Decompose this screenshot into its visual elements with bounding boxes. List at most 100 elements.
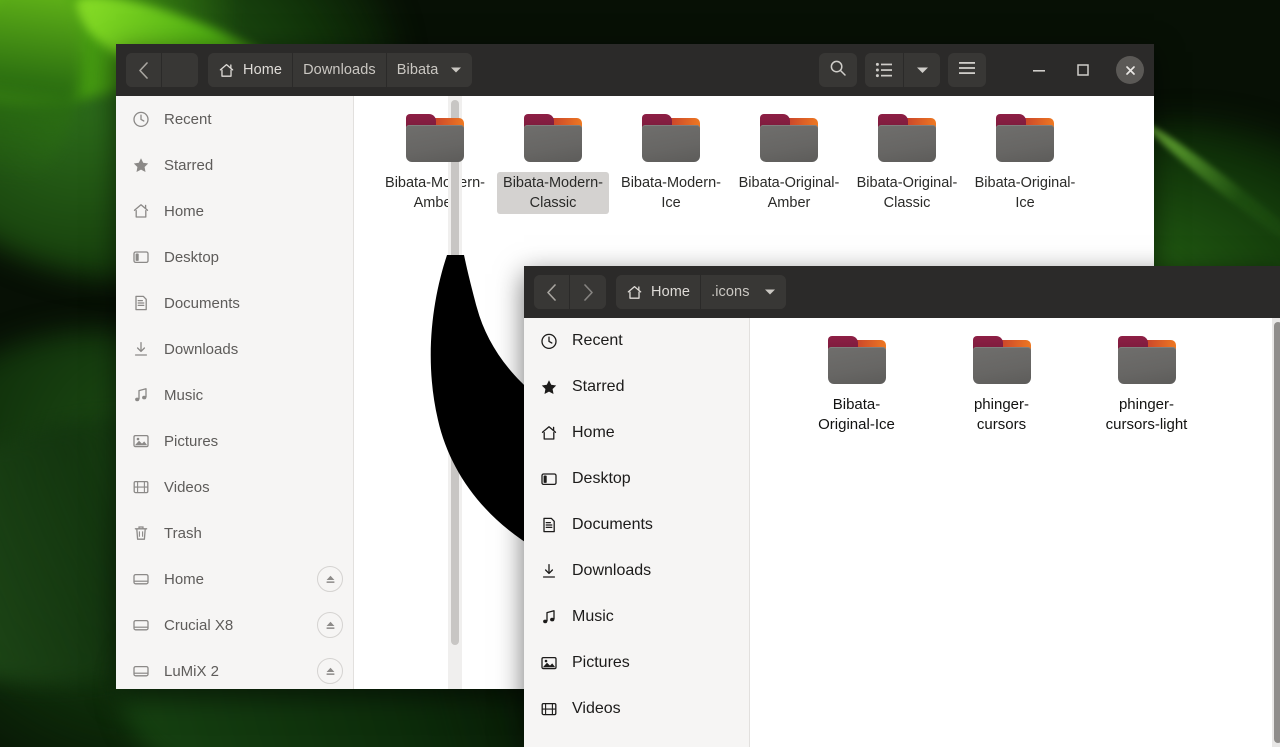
sidebar-item-label: Music <box>164 386 204 404</box>
file-item[interactable]: Bibata-Original-Ice <box>784 332 929 442</box>
file-item[interactable]: phinger-cursors <box>929 332 1074 442</box>
file-item[interactable]: Bibata-Modern-Ice <box>612 110 730 220</box>
window2-titlebar[interactable]: Home .icons <box>524 266 1280 318</box>
file-item[interactable]: Bibata-Original-Amber <box>730 110 848 220</box>
file-item[interactable]: Bibata-Original-Classic <box>848 110 966 220</box>
file-manager-window-icons[interactable]: Home .icons Recent Starred Home Desktop Docu… <box>524 266 1280 747</box>
minimize-button[interactable] <box>1020 51 1058 89</box>
sidebar-scrollbar-thumb[interactable] <box>451 100 459 645</box>
home-icon <box>218 62 235 79</box>
sidebar-item-crucial-x8[interactable]: Crucial X8 <box>116 602 353 648</box>
trash-icon <box>130 522 152 544</box>
file-item[interactable]: Bibata-Modern-Amber <box>376 110 494 220</box>
window2-sidebar[interactable]: Recent Starred Home Desktop Documents Downloa… <box>524 318 750 747</box>
sidebar-item-videos[interactable]: Videos <box>524 686 749 732</box>
back-button[interactable] <box>126 53 162 87</box>
navigation-buttons[interactable] <box>126 53 198 87</box>
main-menu-button[interactable] <box>948 53 986 87</box>
maximize-button[interactable] <box>1064 51 1102 89</box>
breadcrumb-item-downloads[interactable]: Downloads <box>293 53 387 87</box>
breadcrumb-item-bibata[interactable]: Bibata <box>386 53 473 87</box>
sidebar-item-recent[interactable]: Recent <box>116 96 353 142</box>
home-icon <box>130 200 152 222</box>
forward-button[interactable] <box>162 53 198 87</box>
sidebar-item-label: Pictures <box>572 654 630 671</box>
breadcrumb-label: .icons <box>711 284 750 300</box>
sidebar-item-music[interactable]: Music <box>116 372 353 418</box>
sidebar-item-desktop[interactable]: Desktop <box>116 234 353 280</box>
file-name-label: Bibata-Modern-Amber <box>385 175 485 211</box>
music-icon <box>130 384 152 406</box>
file-item[interactable]: Bibata-Original-Ice <box>966 110 1084 220</box>
sidebar-item-recent[interactable]: Recent <box>524 318 749 364</box>
sidebar-item-home[interactable]: Home <box>116 556 353 602</box>
sidebar-item-documents[interactable]: Documents <box>524 502 749 548</box>
desktop-icon <box>130 246 152 268</box>
view-options-dropdown[interactable] <box>904 53 940 87</box>
eject-button[interactable] <box>317 566 343 592</box>
eject-button[interactable] <box>317 658 343 684</box>
sidebar-item-trash[interactable]: Trash <box>116 510 353 556</box>
file-item[interactable]: phinger-cursors-light <box>1074 332 1219 442</box>
eject-button[interactable] <box>317 612 343 638</box>
file-name-label: Bibata-Original-Ice <box>974 175 1076 211</box>
sidebar-item-home[interactable]: Home <box>116 188 353 234</box>
breadcrumb-item-home[interactable]: Home <box>616 275 702 309</box>
file-name-label: Bibata-Original-Classic <box>856 175 958 211</box>
breadcrumb-item-icons[interactable]: .icons <box>701 275 786 309</box>
sidebar-item-label: Recent <box>572 332 623 349</box>
drive-icon <box>130 568 152 590</box>
search-icon <box>829 59 847 82</box>
sidebar-scrollbar-track[interactable] <box>448 96 462 689</box>
sidebar-item-label: Starred <box>572 378 625 395</box>
file-item[interactable]: Bibata-Modern-Classic <box>494 110 612 220</box>
sidebar-item-label: Home <box>572 424 615 441</box>
folder-icon <box>971 336 1033 388</box>
file-name-label: Bibata-Original-Ice <box>818 396 895 433</box>
sidebar-item-home[interactable]: Home <box>524 410 749 456</box>
file-name-label: Bibata-Modern-Classic <box>497 172 609 214</box>
list-view-button[interactable] <box>865 53 904 87</box>
breadcrumb[interactable]: Home Downloads Bibata <box>208 53 473 87</box>
sidebar-item-label: Desktop <box>572 470 631 487</box>
sidebar-item-downloads[interactable]: Downloads <box>116 326 353 372</box>
view-mode-group[interactable] <box>865 53 940 87</box>
sidebar-item-music[interactable]: Music <box>524 594 749 640</box>
clock-icon <box>130 108 152 130</box>
breadcrumb-label: Downloads <box>303 62 376 78</box>
breadcrumb-label: Home <box>243 62 283 78</box>
folder-icon <box>1116 336 1178 388</box>
sidebar-item-starred[interactable]: Starred <box>524 364 749 410</box>
window2-file-grid[interactable]: Bibata-Original-Ice phinger-cursors phinge… <box>750 318 1280 747</box>
search-button[interactable] <box>819 53 857 87</box>
sidebar-item-label: Documents <box>164 294 240 312</box>
sidebar-item-pictures[interactable]: Pictures <box>116 418 353 464</box>
sidebar-item-starred[interactable]: Starred <box>116 142 353 188</box>
sidebar-item-label: Videos <box>164 478 210 496</box>
star-icon <box>130 154 152 176</box>
sidebar-item-downloads[interactable]: Downloads <box>524 548 749 594</box>
sidebar-item-desktop[interactable]: Desktop <box>524 456 749 502</box>
window1-sidebar[interactable]: Recent Starred Home Desktop Documents Downloa… <box>116 96 354 689</box>
chevron-down-icon <box>764 288 776 296</box>
file-name-label: Bibata-Modern-Ice <box>621 175 721 211</box>
breadcrumb-item-home[interactable]: Home <box>208 53 294 87</box>
sidebar-item-label: Desktop <box>164 248 220 266</box>
breadcrumb-label: Bibata <box>396 62 439 78</box>
breadcrumb-label: Home <box>651 284 691 300</box>
sidebar-scrollbar-track[interactable] <box>1272 318 1280 747</box>
list-view-icon <box>875 62 893 78</box>
window1-titlebar[interactable]: Home Downloads Bibata <box>116 44 1154 96</box>
sidebar-item-documents[interactable]: Documents <box>116 280 353 326</box>
folder-icon <box>876 114 938 166</box>
close-button[interactable] <box>1116 56 1144 84</box>
navigation-buttons[interactable] <box>534 275 606 309</box>
sidebar-item-pictures[interactable]: Pictures <box>524 640 749 686</box>
picture-icon <box>538 652 560 674</box>
sidebar-item-lumix-2[interactable]: LuMiX 2 <box>116 648 353 689</box>
back-button[interactable] <box>534 275 570 309</box>
sidebar-scrollbar-thumb[interactable] <box>1274 322 1280 743</box>
breadcrumb[interactable]: Home .icons <box>616 275 786 309</box>
sidebar-item-videos[interactable]: Videos <box>116 464 353 510</box>
forward-button[interactable] <box>570 275 606 309</box>
